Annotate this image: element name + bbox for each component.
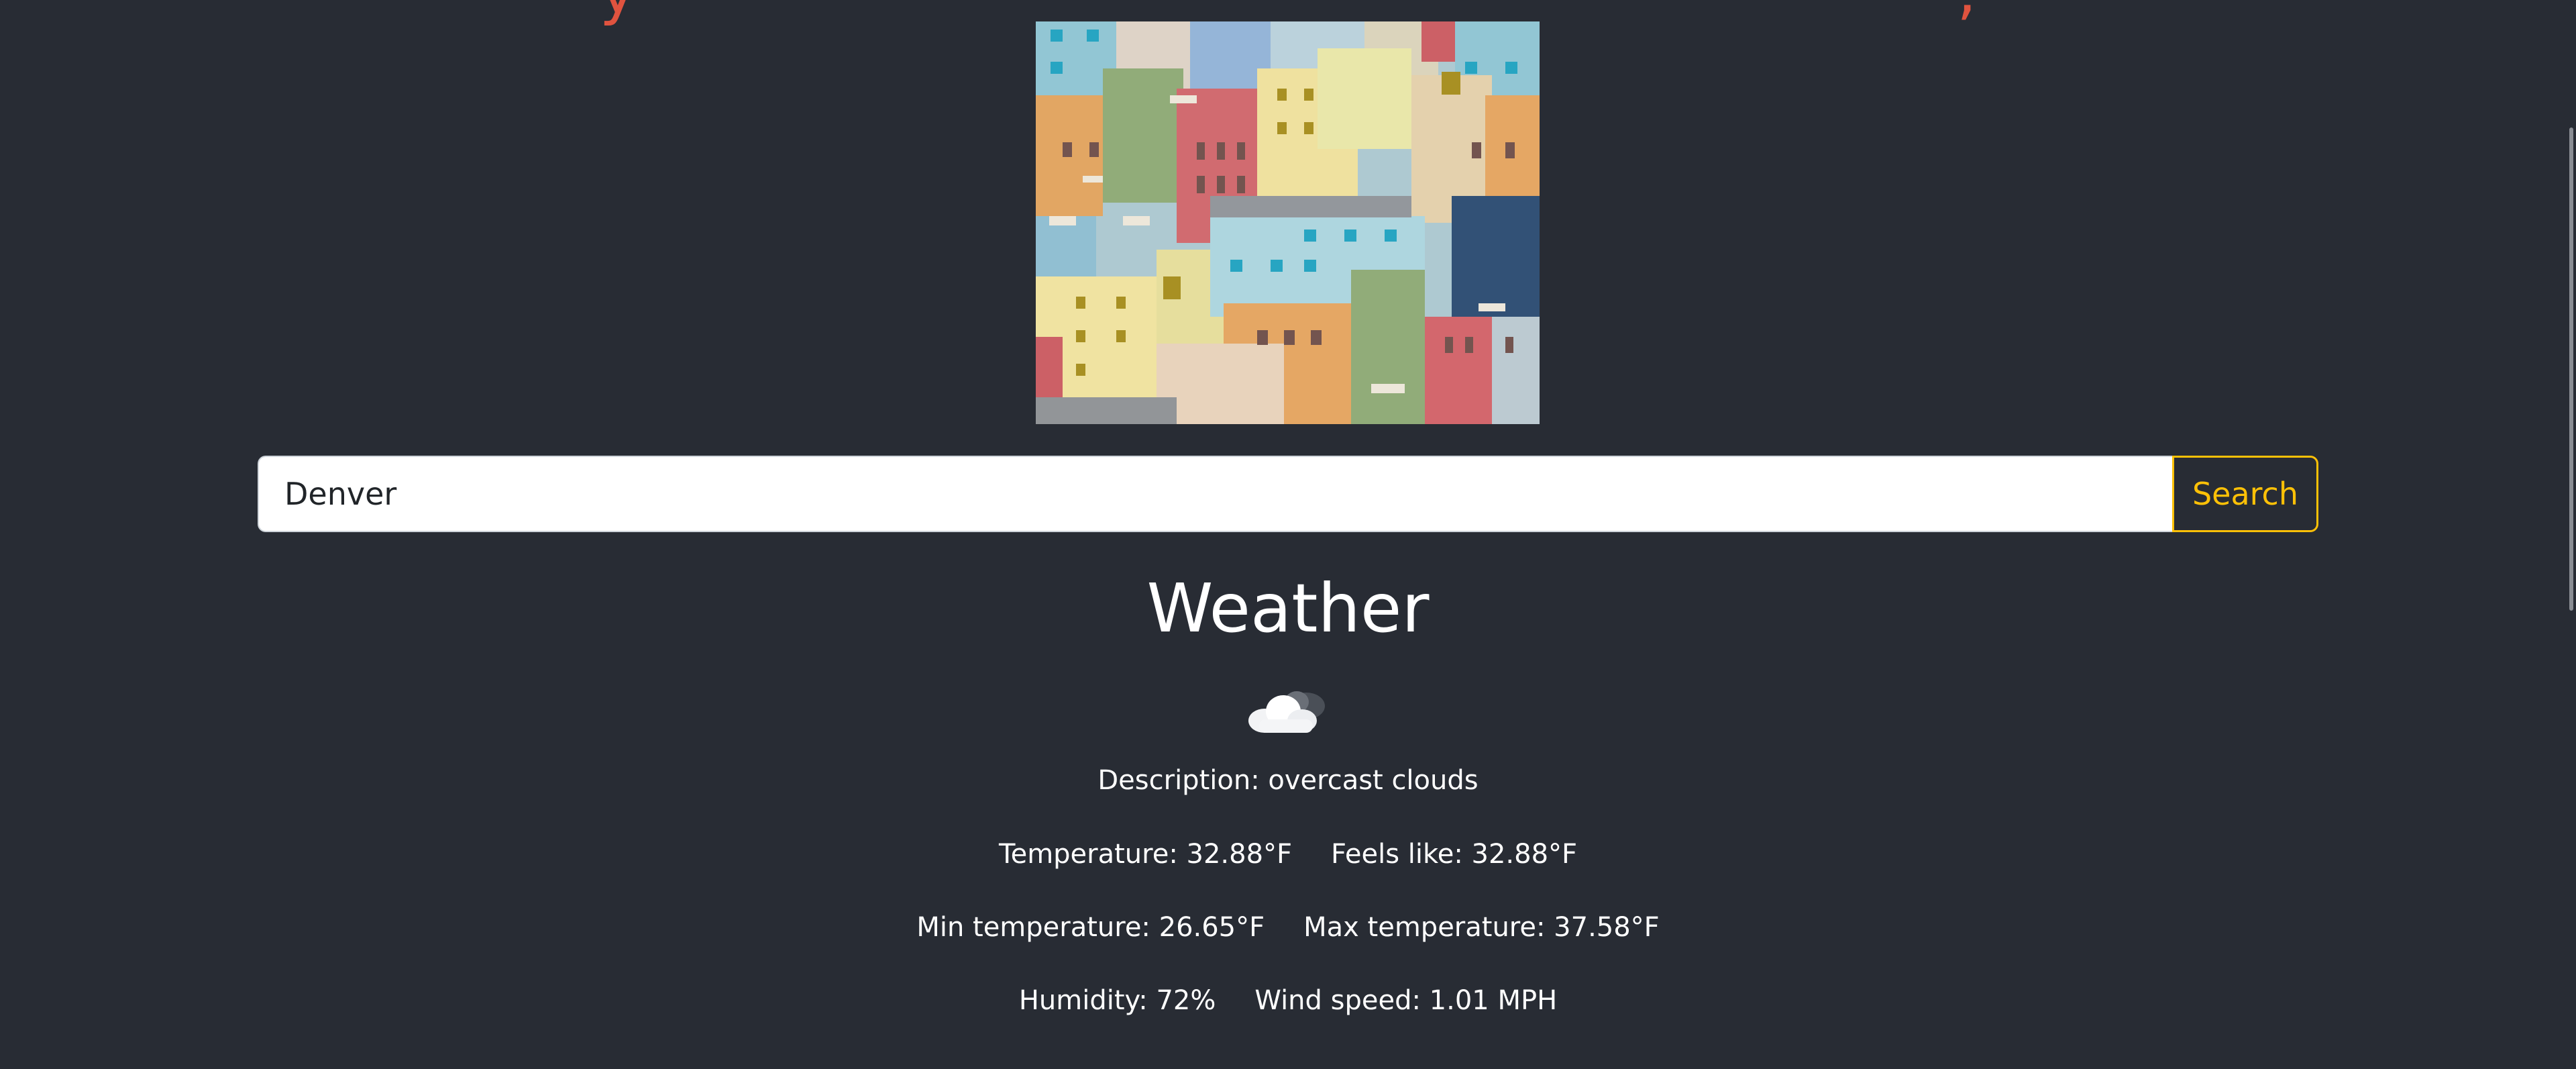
city-illustration-image — [1036, 21, 1540, 424]
humidity-value: Humidity: 72% — [1018, 985, 1216, 1016]
cloud-icon — [1248, 691, 1325, 733]
temperature-value: Temperature: 32.88°F — [998, 839, 1293, 870]
search-bar: Search — [258, 456, 2318, 532]
scrollbar-thumb[interactable] — [2569, 128, 2573, 611]
page-scrollbar[interactable] — [2561, 0, 2576, 1069]
max-temperature-value: Max temperature: 37.58°F — [1303, 912, 1660, 943]
humidity-wind-row: Humidity: 72% Wind speed: 1.01 MPH — [0, 982, 2576, 1019]
wind-speed-value: Wind speed: 1.01 MPH — [1254, 985, 1558, 1016]
weather-app-page: y — — — — — — — — — — — — — — — — , — [0, 0, 2576, 1069]
weather-description: Description: overcast clouds — [1097, 765, 1479, 796]
weather-title: Weather — [1146, 569, 1430, 648]
city-search-input[interactable] — [258, 456, 2172, 532]
feels-like-value: Feels like: 32.88°F — [1331, 839, 1578, 870]
temperature-row: Temperature: 32.88°F Feels like: 32.88°F — [0, 835, 2576, 873]
min-temperature-value: Min temperature: 26.65°F — [916, 912, 1265, 943]
min-max-row: Min temperature: 26.65°F Max temperature:… — [0, 909, 2576, 946]
search-button[interactable]: Search — [2172, 456, 2318, 532]
